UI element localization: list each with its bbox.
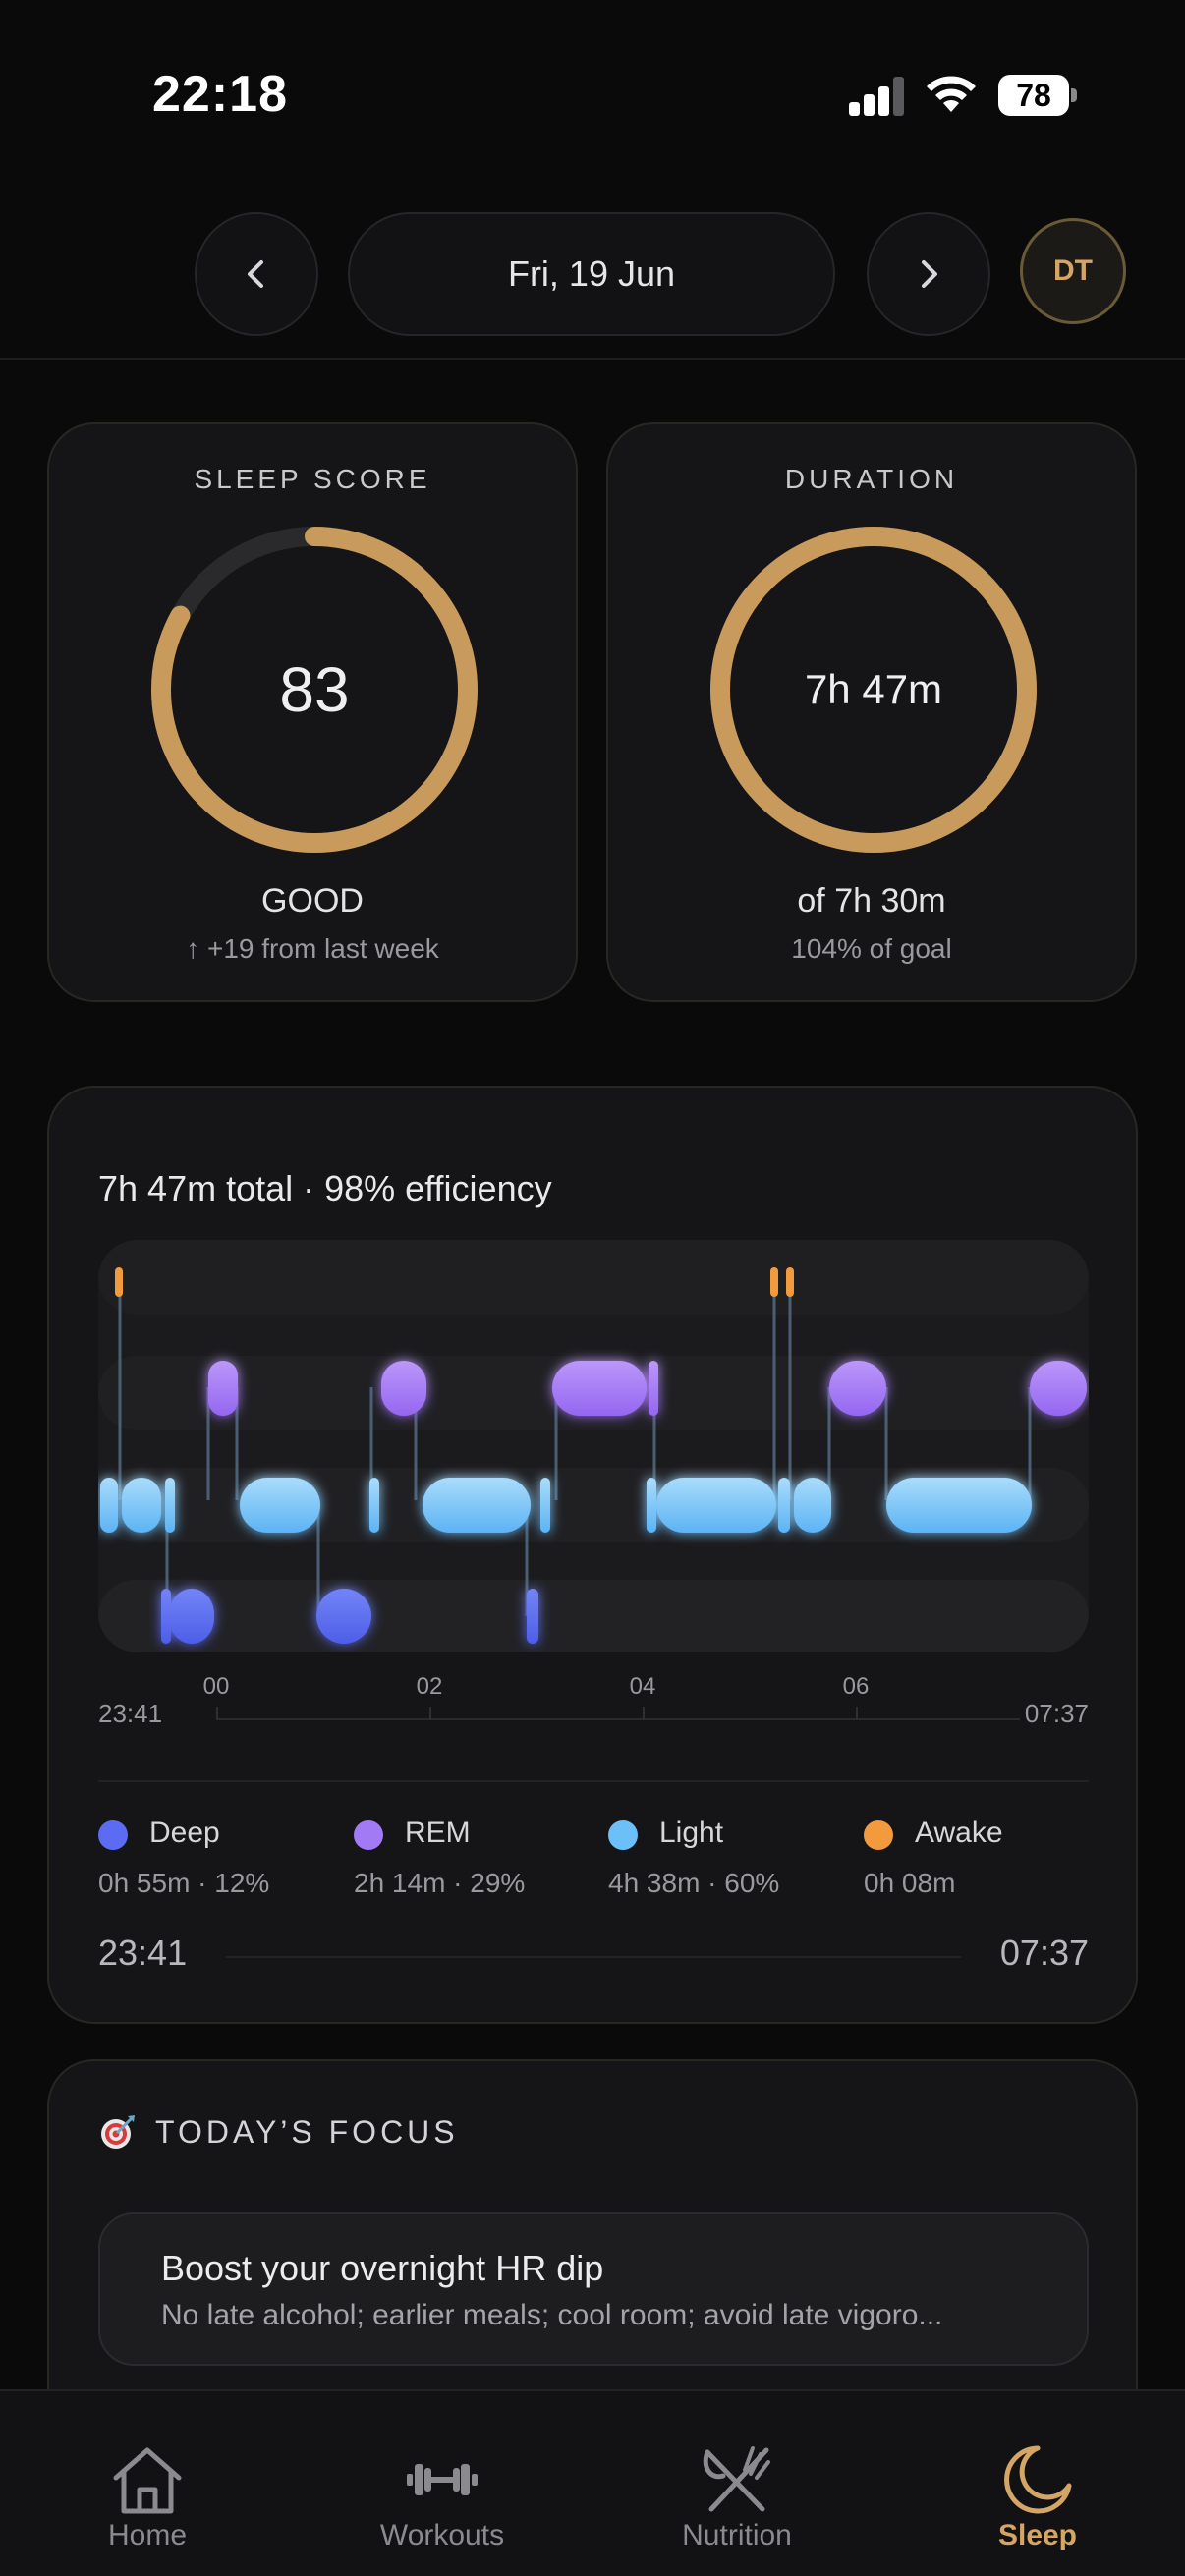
legend-stat: 4h 38m · 60% — [608, 1868, 780, 1898]
awake-segment — [786, 1267, 794, 1297]
legend-label: Light — [659, 1817, 724, 1849]
sleep-stage-legend: Deep 0h 55m · 12% REM 2h 14m · 29% Light… — [98, 1815, 1089, 1913]
dumbbell-icon — [407, 2464, 478, 2495]
deep-dot-icon — [98, 1820, 128, 1850]
light-segment — [886, 1478, 1032, 1533]
sleep-score-label: SLEEP SCORE — [194, 464, 431, 494]
rem-segment — [381, 1361, 426, 1416]
light-dot-icon — [608, 1820, 638, 1850]
previous-day-button[interactable] — [195, 212, 318, 336]
awake-dot-icon — [864, 1820, 893, 1850]
light-segment — [100, 1478, 118, 1533]
next-day-button[interactable] — [867, 212, 990, 336]
lane-deep — [98, 1580, 1089, 1652]
light-segment — [165, 1478, 175, 1533]
duration-label: DURATION — [784, 464, 959, 494]
home-icon — [113, 2447, 182, 2514]
awake-segment — [770, 1267, 778, 1297]
focus-title: TODAY’S FOCUS — [155, 2113, 459, 2150]
date-selector[interactable]: Fri, 19 Jun — [348, 212, 835, 336]
light-segment — [647, 1478, 656, 1533]
tab-nutrition[interactable]: Nutrition — [590, 2391, 884, 2576]
tab-sleep[interactable]: Sleep — [890, 2391, 1185, 2576]
awake-segment — [115, 1267, 123, 1297]
wake-time: 07:37 — [999, 1932, 1089, 1973]
tab-workouts[interactable]: Workouts — [295, 2391, 590, 2576]
axis-tick-label: 02 — [416, 1673, 443, 1700]
battery-icon: 78 — [998, 75, 1077, 116]
tab-label: Home — [107, 2519, 188, 2551]
sleep-score-value: 83 — [279, 654, 350, 725]
tab-home[interactable]: Home — [0, 2391, 295, 2576]
tab-label: Workouts — [379, 2519, 505, 2551]
rem-dot-icon — [354, 1820, 383, 1850]
wifi-icon — [927, 76, 976, 112]
axis-tick-label: 00 — [202, 1673, 230, 1700]
sleep-time-range: 23:41 07:37 — [98, 1932, 1089, 1982]
lane-awake — [98, 1240, 1089, 1315]
light-segment — [240, 1478, 320, 1533]
legend-label: Awake — [915, 1817, 1003, 1849]
light-segment — [656, 1478, 776, 1533]
focus-header: TODAY’S FOCUS — [98, 2110, 459, 2154]
light-segment — [794, 1478, 831, 1533]
axis-start-time: 23:41 — [98, 1699, 163, 1728]
tab-bar: Home Workouts Nutrition Sleep — [0, 2389, 1185, 2576]
date-navigation: Fri, 19 Jun DT — [0, 206, 1185, 360]
battery-level: 78 — [998, 75, 1069, 116]
axis-tick-label: 06 — [842, 1673, 870, 1700]
chevron-right-icon — [922, 260, 937, 288]
duration-goal: of 7h 30m — [797, 882, 946, 920]
focus-item-title: Boost your overnight HR dip — [161, 2248, 604, 2288]
sleep-score-change: ↑ +19 from last week — [186, 933, 439, 964]
rem-segment — [649, 1361, 658, 1416]
sleep-stages-title: 7h 47m total · 98% efficiency — [98, 1168, 552, 1208]
cellular-signal-icon — [849, 77, 906, 116]
rem-segment — [829, 1361, 886, 1416]
legend-stat: 0h 08m — [864, 1868, 956, 1898]
legend-stat: 0h 55m · 12% — [98, 1868, 270, 1898]
axis-tick-label: 04 — [629, 1673, 656, 1700]
light-segment — [540, 1478, 550, 1533]
legend-label: REM — [405, 1817, 471, 1849]
sleep-score-card[interactable]: SLEEP SCORE 83 GOOD ↑ +19 from last week — [47, 422, 578, 1002]
legend-stat: 2h 14m · 29% — [354, 1868, 526, 1898]
rem-segment — [552, 1361, 647, 1416]
light-segment — [778, 1478, 790, 1533]
duration-goal-percent: 104% of goal — [791, 933, 952, 964]
sleep-score-rating: GOOD — [261, 882, 364, 920]
duration-value: 7h 47m — [804, 666, 943, 712]
tab-label: Nutrition — [682, 2519, 792, 2551]
deep-segment — [169, 1589, 214, 1644]
status-bar: 22:18 78 — [0, 0, 1185, 187]
axis-end-time: 07:37 — [1024, 1699, 1089, 1728]
focus-recommendation[interactable]: Boost your overnight HR dip No late alco… — [98, 2212, 1089, 2366]
moon-icon — [1004, 2445, 1072, 2514]
duration-card[interactable]: DURATION 7h 47m of 7h 30m 104% of goal — [606, 422, 1137, 1002]
hypnogram-chart[interactable] — [98, 1240, 1089, 1652]
bedtime: 23:41 — [98, 1932, 188, 1973]
focus-item-description: No late alcohol; earlier meals; cool roo… — [161, 2299, 943, 2331]
fork-knife-icon — [703, 2446, 770, 2512]
chevron-left-icon — [248, 260, 263, 288]
light-segment — [122, 1478, 161, 1533]
rem-segment — [208, 1361, 238, 1416]
target-icon — [101, 2115, 135, 2149]
status-time: 22:18 — [152, 66, 288, 123]
legend-label: Deep — [149, 1817, 220, 1849]
avatar[interactable]: DT — [1020, 218, 1126, 324]
deep-segment — [316, 1589, 371, 1644]
rem-segment — [1030, 1361, 1087, 1416]
tab-label: Sleep — [997, 2519, 1078, 2551]
time-axis: 23:41 00 02 04 06 07:37 — [98, 1667, 1089, 1728]
deep-segment — [527, 1589, 538, 1644]
light-segment — [423, 1478, 531, 1533]
sleep-stages-card[interactable]: 7h 47m total · 98% efficiency 23:41 00 0… — [47, 1086, 1138, 2024]
light-segment — [369, 1478, 379, 1533]
hypnogram-svg — [98, 1240, 1089, 1652]
